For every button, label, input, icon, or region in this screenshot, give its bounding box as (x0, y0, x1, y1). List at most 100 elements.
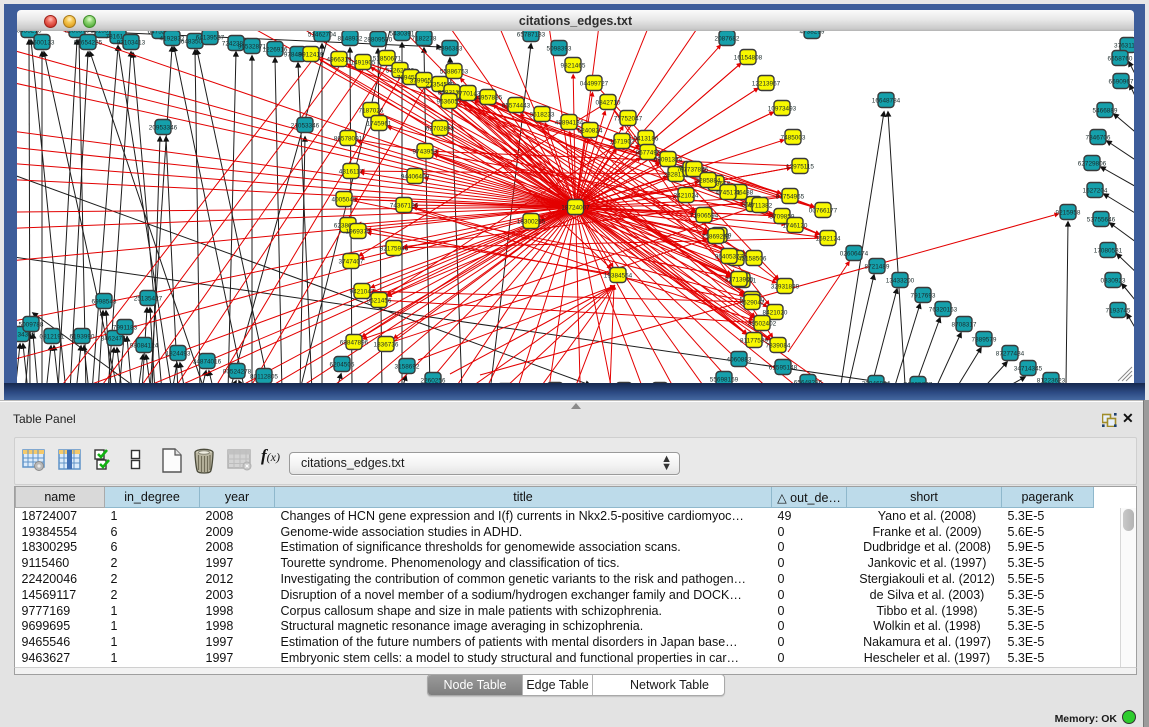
svg-text:9912419: 9912419 (299, 52, 324, 59)
svg-text:1592124: 1592124 (816, 236, 841, 243)
svg-text:32931839: 32931839 (771, 284, 800, 291)
svg-text:6690967: 6690967 (1109, 79, 1134, 86)
svg-text:96405377: 96405377 (715, 254, 744, 261)
svg-text:1745961: 1745961 (367, 121, 392, 128)
svg-text:51850671: 51850671 (373, 56, 402, 63)
svg-text:3747407: 3747407 (339, 259, 364, 266)
svg-text:02654235: 02654235 (74, 40, 103, 47)
svg-text:16154808: 16154808 (734, 55, 763, 62)
svg-text:75869261: 75869261 (702, 234, 731, 241)
svg-text:1627204: 1627204 (1083, 188, 1108, 195)
svg-text:4966319: 4966319 (327, 57, 352, 64)
svg-text:20953346: 20953346 (149, 125, 178, 132)
svg-text:2087682: 2087682 (715, 36, 740, 43)
svg-text:37631165: 37631165 (1114, 43, 1134, 50)
svg-text:8677496: 8677496 (636, 150, 661, 157)
svg-text:3518233: 3518233 (530, 112, 555, 119)
svg-text:6658760: 6658760 (1108, 56, 1133, 63)
svg-text:6204505: 6204505 (330, 362, 355, 369)
svg-text:8708317: 8708317 (952, 322, 977, 329)
svg-text:0330923: 0330923 (1101, 278, 1126, 285)
svg-text:64139537: 64139537 (196, 35, 225, 42)
svg-text:9600133: 9600133 (30, 40, 55, 47)
svg-text:3285884: 3285884 (696, 178, 721, 185)
svg-text:4745171: 4745171 (716, 190, 741, 197)
svg-text:4711382: 4711382 (748, 203, 773, 210)
svg-text:7193745: 7193745 (1106, 308, 1131, 315)
svg-text:65648236: 65648236 (794, 380, 823, 384)
svg-text:9215958: 9215958 (1056, 210, 1081, 217)
svg-text:13433200: 13433200 (886, 278, 915, 285)
svg-text:0812191: 0812191 (40, 334, 65, 341)
svg-text:8148932: 8148932 (338, 36, 363, 43)
svg-text:29946804: 29946804 (862, 381, 891, 384)
svg-text:02606474: 02606474 (840, 251, 869, 258)
svg-text:62702895: 62702895 (426, 126, 455, 133)
svg-text:12213967: 12213967 (752, 81, 781, 88)
svg-text:71906594: 71906594 (690, 213, 719, 220)
svg-text:04499727: 04499727 (580, 81, 609, 88)
svg-text:6998543: 6998543 (92, 299, 117, 306)
svg-text:19384554: 19384554 (604, 273, 633, 280)
svg-text:31713900: 31713900 (725, 277, 754, 284)
svg-text:49894134: 49894134 (555, 120, 584, 127)
svg-text:7182278: 7182278 (412, 36, 437, 43)
svg-text:77752047: 77752047 (614, 116, 643, 123)
svg-text:5158506: 5158506 (742, 256, 767, 263)
svg-text:87277434: 87277434 (996, 351, 1025, 358)
svg-text:34714345: 34714345 (1014, 366, 1043, 373)
svg-text:55698169: 55698169 (710, 377, 739, 384)
svg-text:69847896: 69847896 (340, 340, 369, 347)
svg-text:82175946: 82175946 (380, 246, 409, 253)
svg-text:12975115: 12975115 (786, 164, 814, 171)
svg-text:4738299: 4738299 (800, 31, 825, 36)
svg-text:7839084: 7839084 (766, 343, 791, 350)
svg-text:99091334: 99091334 (654, 157, 683, 164)
svg-text:87234309: 87234309 (17, 332, 36, 339)
svg-text:80112805: 80112805 (250, 374, 278, 381)
svg-text:94406409: 94406409 (401, 174, 430, 181)
svg-text:4316117: 4316117 (339, 169, 364, 176)
svg-text:4005045: 4005045 (332, 197, 357, 204)
svg-text:6193990: 6193990 (70, 334, 95, 341)
svg-text:86578091: 86578091 (334, 136, 363, 143)
svg-text:16648784: 16648784 (872, 98, 901, 105)
svg-text:1824493: 1824493 (166, 351, 191, 358)
svg-text:55886753: 55886753 (440, 69, 469, 76)
svg-text:7346706: 7346706 (1086, 135, 1111, 142)
svg-text:2421024: 2421024 (674, 193, 699, 200)
svg-text:74367136: 74367136 (390, 203, 419, 210)
svg-text:53755646: 53755646 (1087, 217, 1116, 224)
svg-text:1836736: 1836736 (374, 342, 399, 349)
svg-text:39502402: 39502402 (748, 321, 777, 328)
svg-text:7485003: 7485003 (781, 135, 806, 142)
svg-text:4060883: 4060883 (727, 357, 752, 364)
svg-text:2260256: 2260256 (421, 378, 446, 384)
svg-text:9821465: 9821465 (561, 63, 586, 70)
svg-text:1746120: 1746120 (783, 223, 808, 230)
svg-text:9636057: 9636057 (437, 99, 462, 106)
svg-text:65787133: 65787133 (517, 32, 546, 39)
svg-text:34624751: 34624751 (101, 336, 130, 343)
svg-text:17080531: 17080531 (1094, 248, 1123, 255)
svg-text:7917693: 7917693 (911, 293, 936, 300)
svg-text:9521456: 9521456 (367, 298, 392, 305)
svg-text:9743953: 9743953 (413, 149, 438, 156)
svg-text:85574443: 85574443 (502, 103, 531, 110)
svg-text:18300295: 18300295 (517, 219, 546, 226)
svg-text:18724007: 18724007 (561, 205, 590, 212)
svg-text:81754965: 81754965 (776, 194, 805, 201)
svg-text:7889579: 7889579 (972, 337, 997, 344)
svg-text:5098393: 5098393 (547, 46, 572, 53)
svg-text:62729806: 62729806 (1078, 161, 1107, 168)
svg-text:0842710: 0842710 (596, 100, 621, 107)
svg-text:00766177: 00766177 (809, 208, 838, 215)
svg-text:25135427: 25135427 (134, 296, 163, 303)
svg-text:93103413: 93103413 (117, 40, 146, 47)
svg-text:61595148: 61595148 (769, 365, 798, 372)
svg-text:51462704: 51462704 (308, 32, 337, 39)
svg-text:3529042: 3529042 (740, 300, 765, 307)
svg-text:3158692: 3158692 (395, 364, 420, 371)
svg-text:7991183: 7991183 (113, 325, 138, 332)
svg-text:28809570: 28809570 (364, 37, 393, 44)
